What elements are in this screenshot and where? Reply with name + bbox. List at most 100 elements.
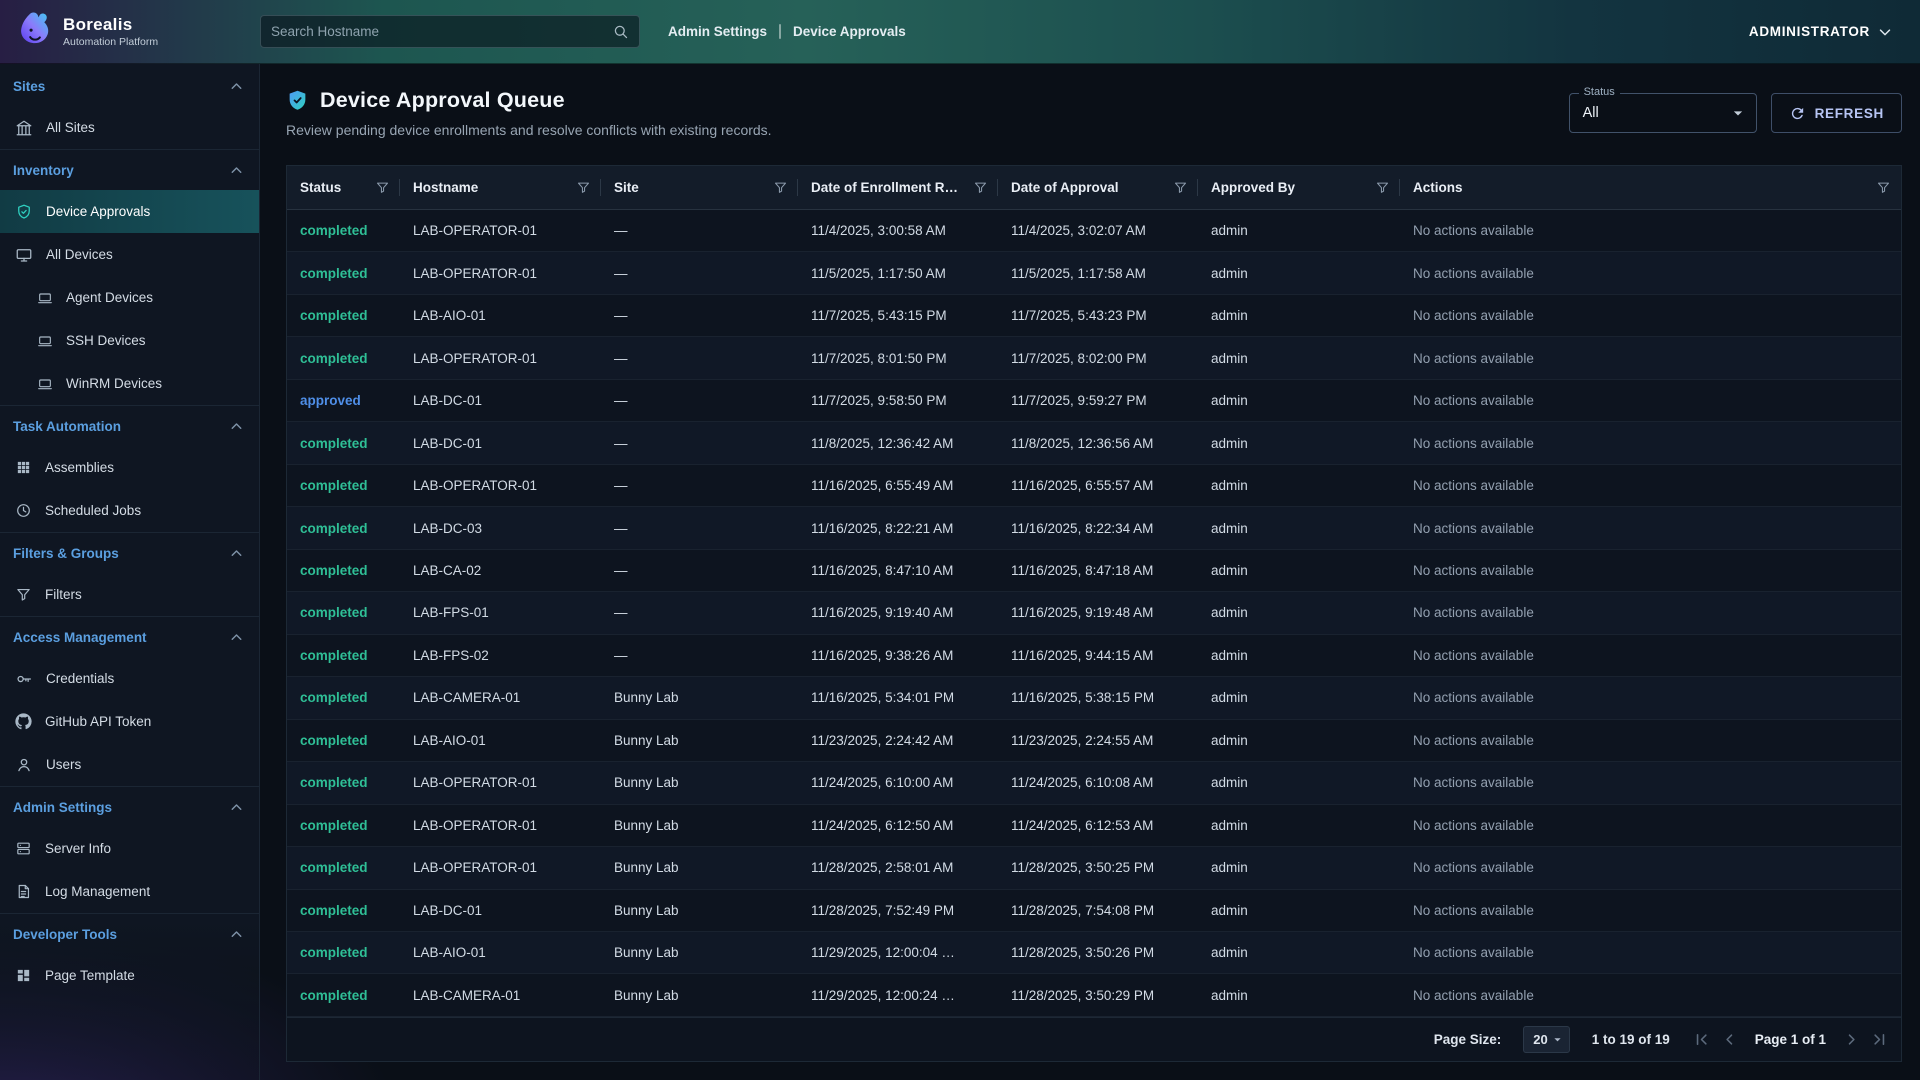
filter-icon[interactable] <box>1173 180 1188 195</box>
table-row[interactable]: completedLAB-AIO-01Bunny Lab11/29/2025, … <box>287 932 1901 974</box>
sidebar-item-winrm-devices[interactable]: WinRM Devices <box>0 362 259 405</box>
table-row[interactable]: completedLAB-DC-03—11/16/2025, 8:22:21 A… <box>287 507 1901 549</box>
page-size-select[interactable]: 20 <box>1523 1026 1569 1053</box>
column-header-status[interactable]: Status <box>287 166 400 209</box>
title-row: Device Approval Queue <box>286 88 772 113</box>
filter-icon[interactable] <box>973 180 988 195</box>
app-root: Borealis Automation Platform Admin Setti… <box>0 0 1920 1080</box>
sidebar-section-header-access-management[interactable]: Access Management <box>0 617 259 657</box>
cell-enrolled: 11/29/2025, 12:00:04 … <box>798 945 998 960</box>
column-header-date-of-enrollment-r[interactable]: Date of Enrollment R… <box>798 166 998 209</box>
last-page-icon[interactable] <box>1870 1030 1889 1049</box>
filter-icon[interactable] <box>773 180 788 195</box>
filter-icon[interactable] <box>375 180 390 195</box>
cell-enrolled: 11/16/2025, 8:22:21 AM <box>798 521 998 536</box>
page-subtitle: Review pending device enrollments and re… <box>286 122 772 138</box>
chevron-up-icon <box>228 799 245 816</box>
table-row[interactable]: completedLAB-OPERATOR-01Bunny Lab11/24/2… <box>287 805 1901 847</box>
table-row[interactable]: completedLAB-FPS-02—11/16/2025, 9:38:26 … <box>287 635 1901 677</box>
sidebar-section-header-filters-groups[interactable]: Filters & Groups <box>0 533 259 573</box>
cell-approved: 11/16/2025, 6:55:57 AM <box>998 478 1198 493</box>
cell-approved: 11/16/2025, 9:44:15 AM <box>998 648 1198 663</box>
first-page-icon[interactable] <box>1692 1030 1711 1049</box>
devices-icon <box>15 246 33 264</box>
sidebar-item-ssh-devices[interactable]: SSH Devices <box>0 319 259 362</box>
cell-enrolled: 11/29/2025, 12:00:24 … <box>798 988 998 1003</box>
cell-status: completed <box>287 605 400 620</box>
cell-approved: 11/24/2025, 6:10:08 AM <box>998 775 1198 790</box>
cell-actions: No actions available <box>1400 521 1901 536</box>
table-row[interactable]: completedLAB-CA-02—11/16/2025, 8:47:10 A… <box>287 550 1901 592</box>
device-icon <box>37 290 53 306</box>
next-page-icon[interactable] <box>1842 1030 1861 1049</box>
sidebar-item-agent-devices[interactable]: Agent Devices <box>0 276 259 319</box>
status-filter-select[interactable]: Status All <box>1569 93 1757 133</box>
sidebar-item-log-management[interactable]: Log Management <box>0 870 259 913</box>
table-row[interactable]: completedLAB-CAMERA-01Bunny Lab11/29/202… <box>287 974 1901 1016</box>
table-row[interactable]: completedLAB-AIO-01—11/7/2025, 5:43:15 P… <box>287 295 1901 337</box>
sidebar-item-all-sites[interactable]: All Sites <box>0 106 259 149</box>
filter-icon[interactable] <box>1876 180 1891 195</box>
cell-actions: No actions available <box>1400 648 1901 663</box>
breadcrumb-item-admin-settings[interactable]: Admin Settings <box>668 24 767 39</box>
sidebar-item-scheduled-jobs[interactable]: Scheduled Jobs <box>0 489 259 532</box>
cell-actions: No actions available <box>1400 605 1901 620</box>
sidebar-section-developer-tools: Developer ToolsPage Template <box>0 913 259 997</box>
table-row[interactable]: completedLAB-OPERATOR-01—11/4/2025, 3:00… <box>287 210 1901 252</box>
cell-enrolled: 11/8/2025, 12:36:42 AM <box>798 436 998 451</box>
sidebar-item-server-info[interactable]: Server Info <box>0 827 259 870</box>
hostname-searchbox[interactable] <box>260 15 640 48</box>
chevron-down-icon <box>1876 23 1894 41</box>
previous-page-icon[interactable] <box>1720 1030 1739 1049</box>
sidebar-item-users[interactable]: Users <box>0 743 259 786</box>
table-row[interactable]: completedLAB-FPS-01—11/16/2025, 9:19:40 … <box>287 592 1901 634</box>
table-row[interactable]: completedLAB-OPERATOR-01Bunny Lab11/28/2… <box>287 847 1901 889</box>
column-header-hostname[interactable]: Hostname <box>400 166 601 209</box>
refresh-button[interactable]: REFRESH <box>1771 93 1902 133</box>
search-input[interactable] <box>271 24 604 39</box>
table-row[interactable]: completedLAB-DC-01—11/8/2025, 12:36:42 A… <box>287 422 1901 464</box>
table-row[interactable]: completedLAB-AIO-01Bunny Lab11/23/2025, … <box>287 720 1901 762</box>
sidebar-section-header-sites[interactable]: Sites <box>0 66 259 106</box>
column-header-date-of-approval[interactable]: Date of Approval <box>998 166 1198 209</box>
sidebar-section-header-admin-settings[interactable]: Admin Settings <box>0 787 259 827</box>
breadcrumb-item-device-approvals[interactable]: Device Approvals <box>793 24 906 39</box>
sidebar-item-page-template[interactable]: Page Template <box>0 954 259 997</box>
filter-icon[interactable] <box>576 180 591 195</box>
cell-approved: 11/28/2025, 3:50:26 PM <box>998 945 1198 960</box>
sidebar-item-filters[interactable]: Filters <box>0 573 259 616</box>
sidebar-item-device-approvals[interactable]: Device Approvals <box>0 190 259 233</box>
cell-approved_by: admin <box>1198 903 1400 918</box>
sidebar-item-all-devices[interactable]: All Devices <box>0 233 259 276</box>
cell-site: — <box>601 436 798 451</box>
sidebar-item-credentials[interactable]: Credentials <box>0 657 259 700</box>
filter-icon[interactable] <box>1375 180 1390 195</box>
table-row[interactable]: completedLAB-OPERATOR-01—11/5/2025, 1:17… <box>287 252 1901 294</box>
search-icon[interactable] <box>612 23 629 40</box>
cell-approved_by: admin <box>1198 266 1400 281</box>
table-row[interactable]: completedLAB-OPERATOR-01Bunny Lab11/24/2… <box>287 762 1901 804</box>
column-header-approved-by[interactable]: Approved By <box>1198 166 1400 209</box>
page-header-controls: Status All REFRESH <box>1569 93 1902 133</box>
sidebar-section-header-task-automation[interactable]: Task Automation <box>0 406 259 446</box>
column-header-actions[interactable]: Actions <box>1400 166 1901 209</box>
cell-enrolled: 11/5/2025, 1:17:50 AM <box>798 266 998 281</box>
table-row[interactable]: completedLAB-DC-01Bunny Lab11/28/2025, 7… <box>287 890 1901 932</box>
cell-status: completed <box>287 563 400 578</box>
table-row[interactable]: completedLAB-CAMERA-01Bunny Lab11/16/202… <box>287 677 1901 719</box>
cell-enrolled: 11/24/2025, 6:12:50 AM <box>798 818 998 833</box>
cell-approved: 11/16/2025, 8:47:18 AM <box>998 563 1198 578</box>
table-row[interactable]: completedLAB-OPERATOR-01—11/7/2025, 8:01… <box>287 337 1901 379</box>
sidebar-item-github-api-token[interactable]: GitHub API Token <box>0 700 259 743</box>
cell-hostname: LAB-AIO-01 <box>400 733 601 748</box>
column-header-site[interactable]: Site <box>601 166 798 209</box>
cell-approved: 11/16/2025, 9:19:48 AM <box>998 605 1198 620</box>
sidebar-section-header-developer-tools[interactable]: Developer Tools <box>0 914 259 954</box>
sidebar-section-header-inventory[interactable]: Inventory <box>0 150 259 190</box>
table-row[interactable]: approvedLAB-DC-01—11/7/2025, 9:58:50 PM1… <box>287 380 1901 422</box>
table-row[interactable]: completedLAB-OPERATOR-01—11/16/2025, 6:5… <box>287 465 1901 507</box>
user-menu[interactable]: ADMINISTRATOR <box>1749 23 1894 41</box>
cell-actions: No actions available <box>1400 818 1901 833</box>
cell-enrolled: 11/16/2025, 9:38:26 AM <box>798 648 998 663</box>
sidebar-item-assemblies[interactable]: Assemblies <box>0 446 259 489</box>
